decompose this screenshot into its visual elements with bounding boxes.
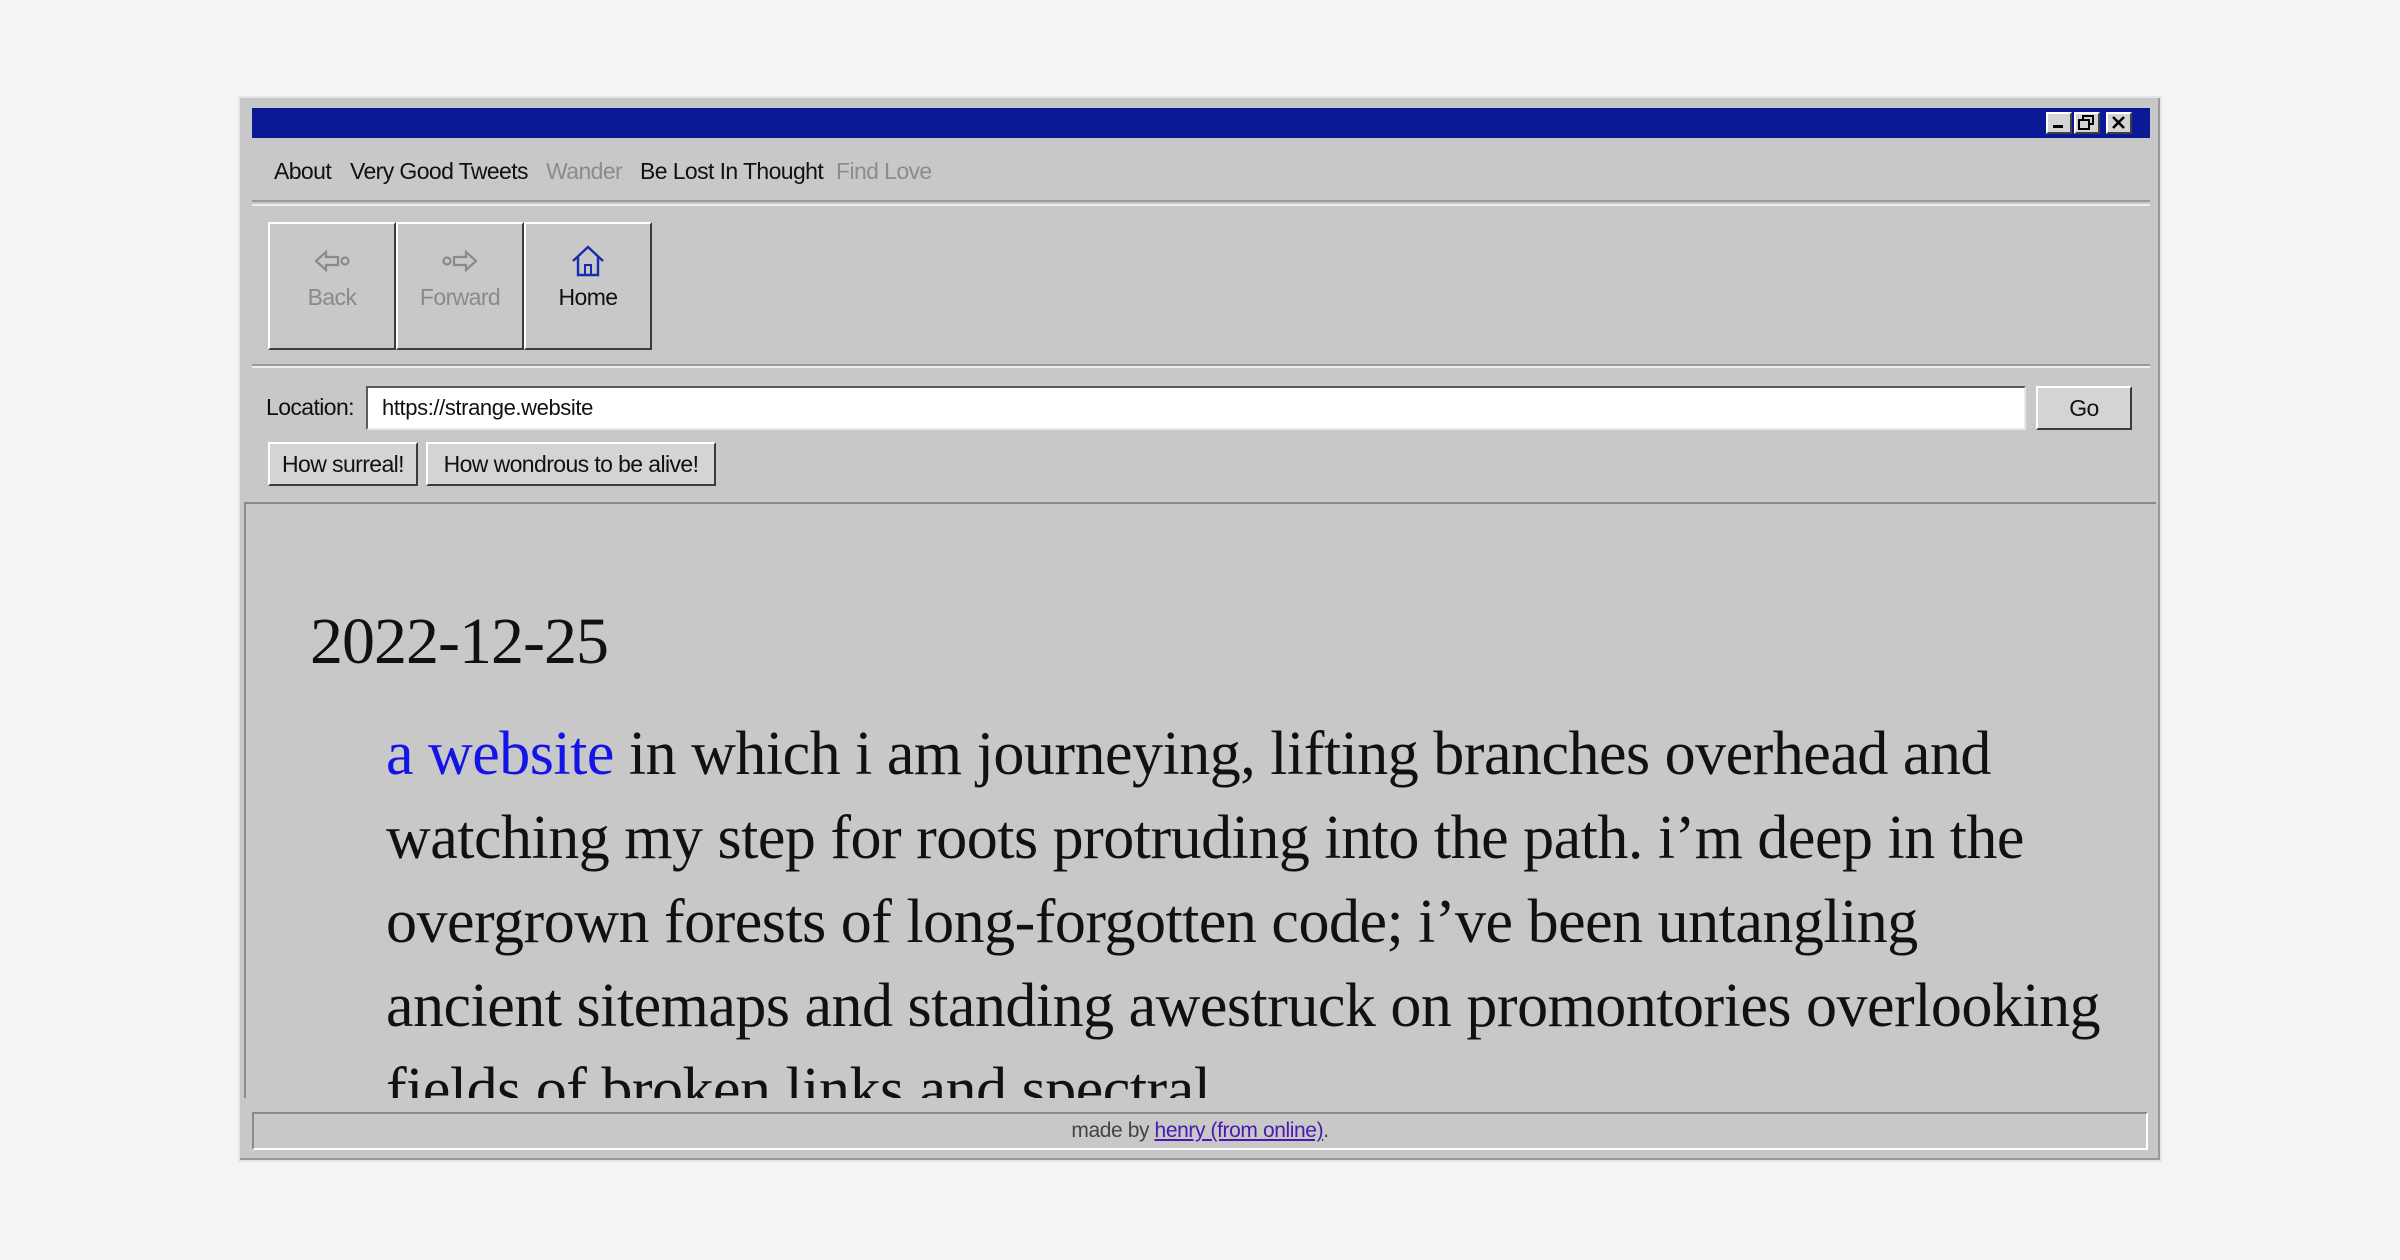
website-link[interactable]: a website [386,720,614,788]
forward-button[interactable]: Forward [396,222,524,350]
post-date: 2022-12-25 [310,605,609,678]
author-link[interactable]: henry (from online) [1155,1119,1324,1142]
menu-item-very-good-tweets[interactable]: Very Good Tweets [350,146,529,196]
menu-bar: About Very Good Tweets Wander Be Lost In… [252,146,2150,202]
go-button[interactable]: Go [2036,386,2132,430]
post-body: a website in which i am journeying, lift… [386,712,2106,1098]
forward-arrow-icon [442,249,478,273]
status-bar: made by henry (from online). [252,1112,2148,1150]
menu-item-about[interactable]: About [274,146,332,196]
page-content[interactable]: 2022-12-25 a website in which i am journ… [244,502,2156,1098]
minimize-icon[interactable] [2046,112,2072,134]
home-button[interactable]: Home [524,222,652,350]
title-bar[interactable] [252,108,2150,138]
back-label: Back [307,284,357,310]
toolbar: Back Forward Home [252,204,2150,366]
forward-label: Forward [419,284,501,310]
how-surreal-button[interactable]: How surreal! [268,442,418,486]
post-body-text: in which i am journeying, lifting branch… [386,720,2101,1098]
menu-item-find-love[interactable]: Find Love [836,146,932,196]
location-label: Location: [266,394,355,420]
menu-item-be-lost-in-thought[interactable]: Be Lost In Thought [640,146,824,196]
url-input[interactable] [366,386,2026,430]
menu-item-wander[interactable]: Wander [546,146,623,196]
status-suffix: . [1323,1119,1329,1142]
home-icon [572,245,604,277]
how-wondrous-button[interactable]: How wondrous to be alive! [426,442,716,486]
location-bar: Location: Go How surreal! How wondrous t… [252,366,2150,502]
close-icon[interactable] [2106,112,2132,134]
back-arrow-icon [314,249,350,273]
back-button[interactable]: Back [268,222,396,350]
restore-icon[interactable] [2074,112,2100,134]
status-prefix: made by [1071,1119,1155,1142]
home-label: Home [558,284,619,310]
